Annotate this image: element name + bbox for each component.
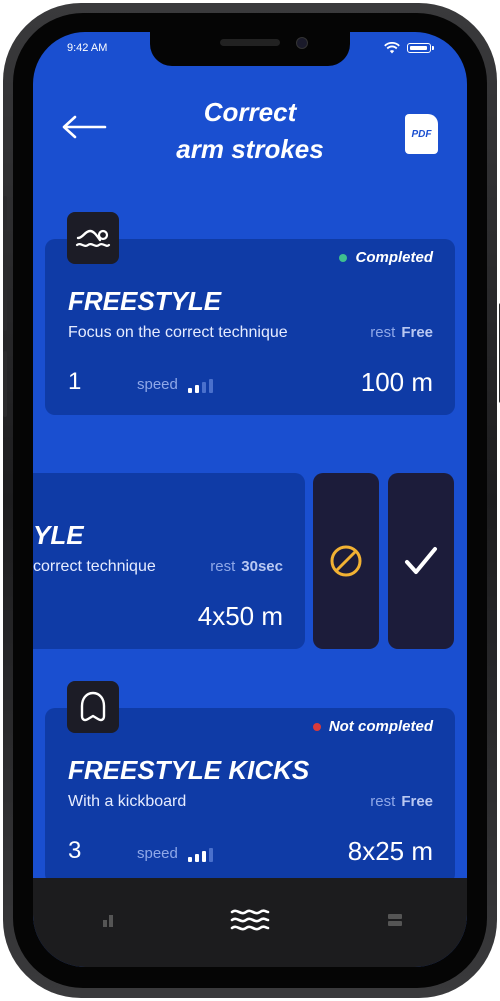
exercise-distance: 4x50 m [197, 601, 283, 631]
tab-list[interactable] [375, 900, 415, 940]
exercise-type-badge [67, 681, 119, 733]
speed-indicator: speed [137, 376, 213, 393]
status-badge: Not completed [312, 718, 433, 735]
speed-indicator: speed [137, 845, 213, 862]
speed-bar [187, 857, 192, 862]
wifi-icon [384, 42, 400, 54]
exercise-distance: 100 m [360, 367, 433, 397]
notch [150, 32, 350, 66]
speaker-grille [220, 39, 280, 46]
speed-bars [187, 379, 213, 393]
tab-workouts[interactable] [228, 900, 272, 940]
stats-icon [103, 915, 113, 927]
speed-bar [208, 379, 213, 393]
exercise-description: With a kickboard [68, 793, 187, 810]
status-dot [312, 722, 321, 731]
prohibited-icon [330, 545, 362, 577]
volume-up-button [3, 265, 7, 331]
exercise-number: 1 [68, 368, 82, 395]
exercise-card-swiped[interactable]: YLE correct technique rest 30sec 4x50 m [33, 473, 305, 649]
rest-value: Free [401, 793, 433, 810]
status-text: Not completed [328, 718, 433, 735]
exercise-card[interactable]: Not completed FREESTYLE KICKS With a kic… [45, 708, 455, 884]
waves-icon [230, 909, 270, 931]
rest-label: rest [370, 324, 396, 341]
front-camera [296, 37, 308, 49]
kickboard-icon [80, 691, 106, 722]
exercise-number: 3 [68, 837, 82, 864]
speed-bar [201, 851, 206, 862]
volume-down-button [3, 351, 7, 417]
speed-bar [187, 388, 192, 393]
tab-stats[interactable] [88, 900, 128, 940]
rest-value: Free [401, 324, 433, 341]
rest-info: rest Free [370, 324, 433, 341]
speed-label: speed [137, 376, 178, 393]
exercise-name: FREESTYLE KICKS [68, 755, 310, 785]
exercise-type-badge [67, 212, 119, 264]
status-badge: Completed [339, 249, 433, 266]
status-icons [384, 42, 434, 54]
speed-bars [187, 848, 213, 862]
list-icon [388, 914, 402, 926]
exercise-card[interactable]: Completed FREESTYLE Focus on the correct… [45, 239, 455, 415]
rest-label: rest [210, 558, 236, 575]
exercise-distance: 8x25 m [347, 836, 433, 866]
page-title: Correct arm strokes [123, 94, 377, 168]
battery-icon [407, 43, 434, 53]
rest-info: rest Free [370, 793, 433, 810]
app-screen: 9:42 AM Correct arm strokes PDF Complete… [33, 32, 467, 967]
rest-label: rest [370, 793, 396, 810]
arrow-left-icon [62, 115, 107, 139]
rest-info: rest 30sec [210, 558, 283, 575]
speed-bar [194, 385, 199, 393]
status-time: 9:42 AM [67, 42, 108, 54]
tab-bar [33, 878, 467, 967]
speed-bar [201, 382, 206, 393]
exercise-name: YLE [33, 520, 84, 550]
speed-bar [194, 854, 199, 862]
rest-value: 30sec [241, 558, 283, 575]
status-text: Completed [355, 249, 433, 266]
pdf-button[interactable]: PDF [405, 114, 438, 154]
exercise-description: correct technique [33, 558, 156, 575]
title-line-1: Correct [203, 97, 297, 127]
complete-button[interactable] [388, 473, 454, 649]
checkmark-icon [405, 547, 437, 574]
speed-label: speed [137, 845, 178, 862]
exercise-name: FREESTYLE [68, 286, 222, 316]
back-button[interactable] [61, 114, 111, 142]
mute-switch [3, 196, 7, 230]
speed-bar [208, 848, 213, 862]
swimmer-icon [75, 229, 111, 247]
pdf-label: PDF [411, 128, 432, 140]
exercise-description: Focus on the correct technique [68, 324, 288, 341]
status-dot [339, 253, 348, 262]
title-line-2: arm strokes [176, 134, 324, 164]
skip-button[interactable] [313, 473, 379, 649]
